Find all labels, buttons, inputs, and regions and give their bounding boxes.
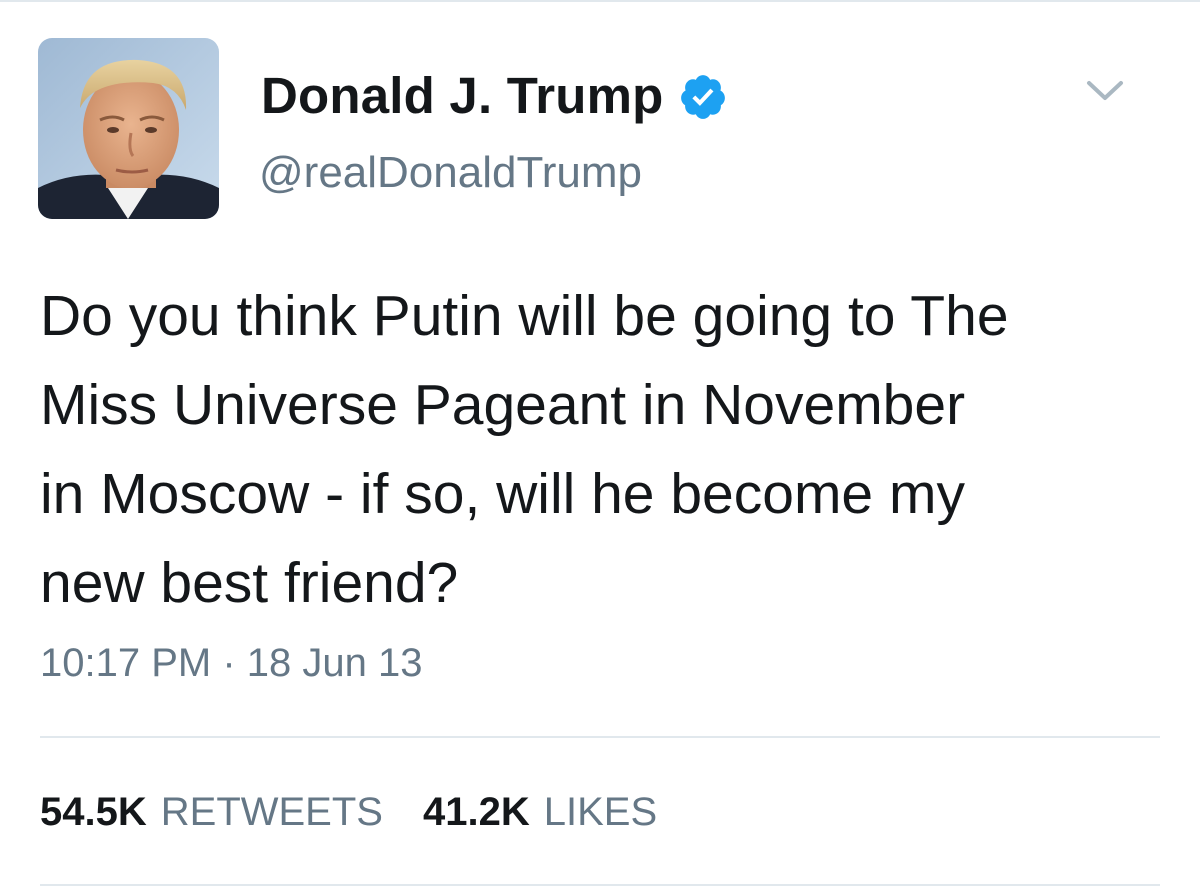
- author-display-name-row[interactable]: Donald J. Trump: [261, 66, 728, 125]
- likes-stat[interactable]: 41.2K LIKES: [423, 790, 657, 835]
- divider: [40, 884, 1160, 886]
- divider: [40, 736, 1160, 738]
- verified-badge-icon: [678, 72, 728, 122]
- avatar[interactable]: [38, 38, 219, 219]
- likes-label: LIKES: [543, 790, 658, 834]
- chevron-down-icon: [1087, 81, 1123, 100]
- retweets-count: 54.5K: [40, 790, 147, 834]
- author-screen-name[interactable]: @realDonaldTrump: [259, 148, 642, 198]
- tweet-timestamp[interactable]: 10:17 PM · 18 Jun 13: [40, 641, 422, 686]
- tweet-text: Do you think Putin will be going to The …: [40, 284, 1009, 615]
- avatar-image: [38, 38, 219, 219]
- likes-count: 41.2K: [422, 790, 530, 834]
- author-display-name[interactable]: Donald J. Trump: [261, 66, 664, 125]
- tweet-stats: 54.5K RETWEETS 41.2K LIKES: [40, 790, 657, 835]
- retweets-label: RETWEETS: [160, 790, 383, 834]
- retweets-stat[interactable]: 54.5K RETWEETS: [40, 790, 383, 835]
- tweet-menu-button[interactable]: [1083, 74, 1127, 108]
- top-divider: [0, 0, 1200, 2]
